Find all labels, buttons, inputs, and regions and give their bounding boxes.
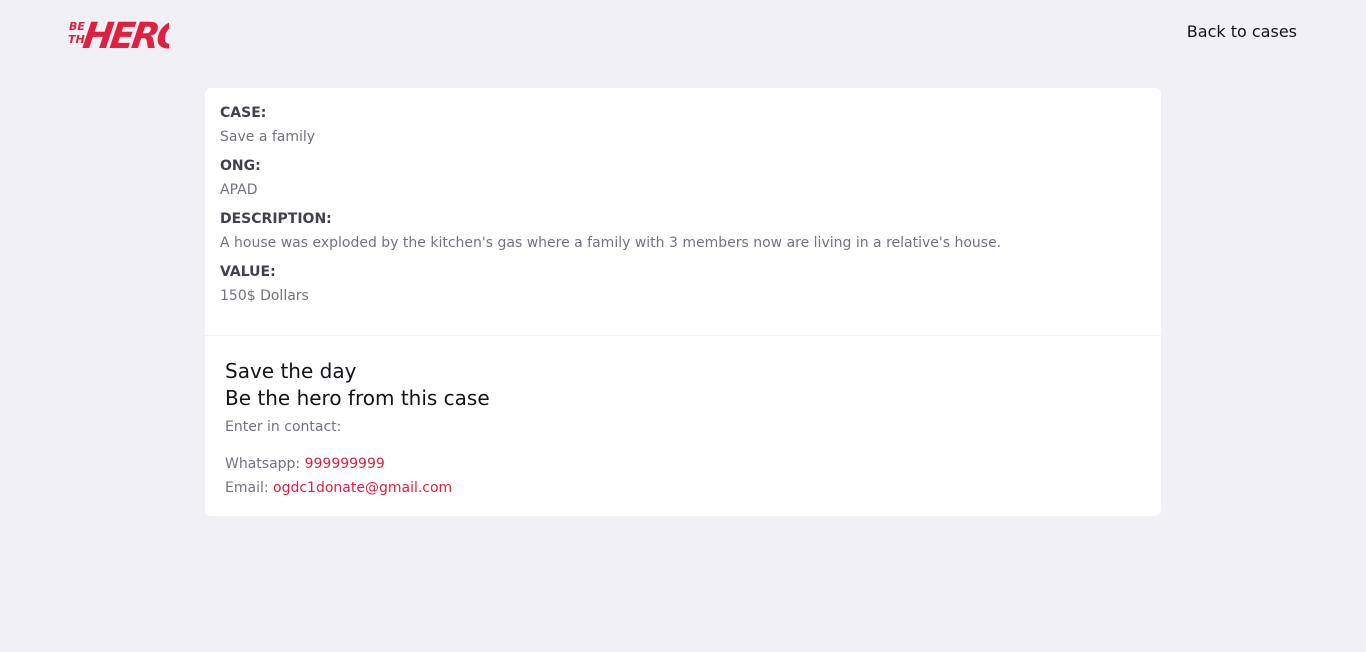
description-label: DESCRIPTION: [220, 211, 332, 227]
back-to-cases-link[interactable]: Back to cases [1187, 22, 1297, 41]
logo-word-hero: HERO [80, 14, 169, 54]
case-label: CASE: [220, 105, 267, 121]
value-value: 150$ Dollars [220, 288, 309, 304]
contact-card: Save the day Be the hero from this case … [205, 336, 1161, 516]
be-the-hero-logo[interactable]: BE THE HERO [67, 10, 169, 54]
email-label: Email: [225, 480, 269, 496]
ong-value: APAD [220, 182, 258, 198]
case-field: CASE: Save a family [220, 104, 1146, 146]
whatsapp-link[interactable]: 999999999 [305, 456, 385, 472]
case-details-card: CASE: Save a family ONG: APAD DESCRIPTIO… [205, 88, 1161, 335]
contact-subtitle: Enter in contact: [225, 419, 342, 435]
contact-title-line2: Be the hero from this case [225, 386, 490, 410]
description-field: DESCRIPTION: A house was exploded by the… [220, 210, 1146, 252]
whatsapp-line: Whatsapp: 999999999 [225, 452, 1141, 476]
ong-field: ONG: APAD [220, 157, 1146, 199]
header: BE THE HERO Back to cases [0, 0, 1366, 70]
email-line: Email: ogdc1donate@gmail.com [225, 476, 1141, 500]
whatsapp-label: Whatsapp: [225, 456, 301, 472]
value-label: VALUE: [220, 264, 276, 280]
email-link[interactable]: ogdc1donate@gmail.com [273, 480, 452, 496]
contact-title-line1: Save the day [225, 359, 357, 383]
ong-label: ONG: [220, 158, 261, 174]
value-field: VALUE: 150$ Dollars [220, 263, 1146, 305]
logo-word-be: BE [69, 20, 85, 33]
description-value: A house was exploded by the kitchen's ga… [220, 235, 1002, 251]
case-value: Save a family [220, 129, 316, 145]
contact-lines: Whatsapp: 999999999 Email: ogdc1donate@g… [225, 452, 1141, 500]
